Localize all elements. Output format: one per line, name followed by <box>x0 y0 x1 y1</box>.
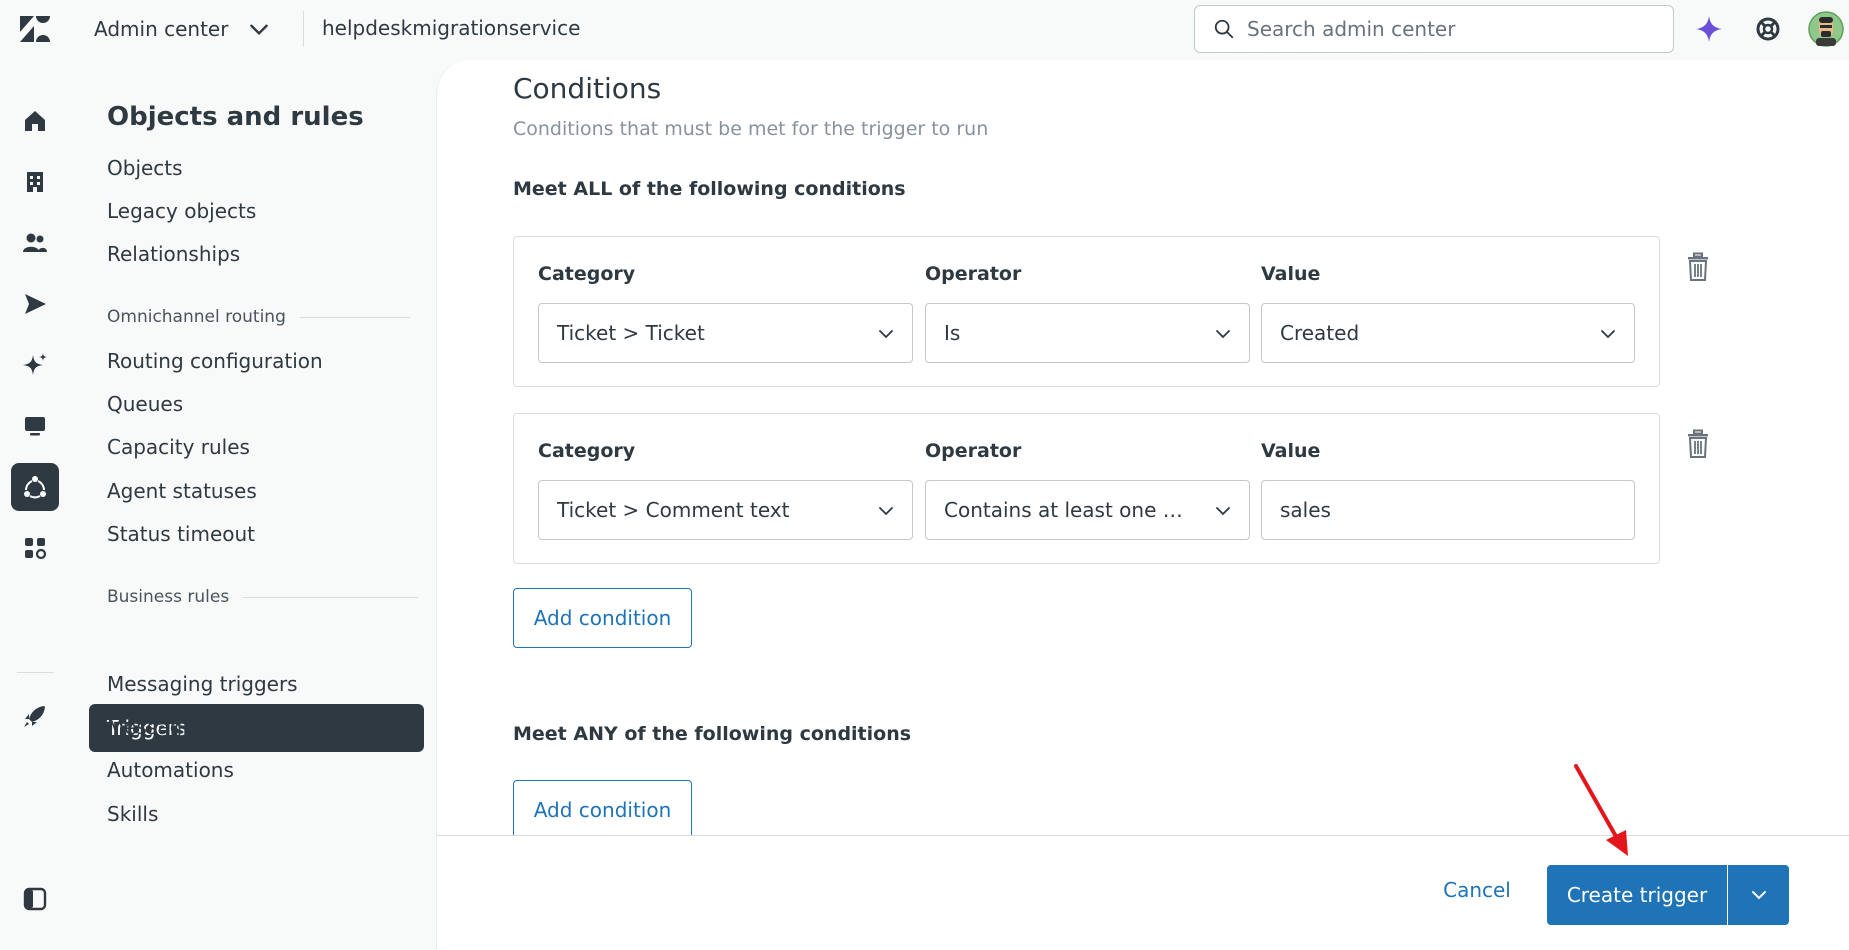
conditions-description: Conditions that must be met for the trig… <box>513 118 989 140</box>
category-label: Category <box>538 263 636 285</box>
nav-item-automations[interactable]: Automations <box>107 758 234 782</box>
chevron-down-icon <box>1216 507 1230 516</box>
help-lifebuoy-icon[interactable] <box>1751 12 1785 46</box>
product-rail <box>0 58 76 950</box>
nav-item-legacy-objects[interactable]: Legacy objects <box>107 199 256 223</box>
search-box[interactable] <box>1194 5 1674 53</box>
search-input[interactable] <box>1247 17 1647 41</box>
top-bar: Admin center helpdeskmigrationservice <box>0 0 1849 58</box>
monitor-icon <box>25 417 45 436</box>
rail-workspaces[interactable] <box>11 158 59 206</box>
trash-icon[interactable] <box>1684 429 1712 459</box>
create-trigger-menu-button[interactable] <box>1728 865 1789 925</box>
nav-item-objects[interactable]: Objects <box>107 156 183 180</box>
meet-any-title: Meet ANY of the following conditions <box>513 723 912 745</box>
nav-group-label: Business rules <box>107 587 230 607</box>
rail-getting-started[interactable] <box>11 692 59 740</box>
nav-item-relationships[interactable]: Relationships <box>107 242 240 266</box>
chevron-down-icon <box>1216 330 1230 339</box>
send-icon <box>25 294 46 314</box>
nav-item-queues[interactable]: Queues <box>107 392 183 416</box>
app-name: Admin center <box>94 17 229 41</box>
rail-apps[interactable] <box>11 524 59 572</box>
operator-select-value: Contains at least one of the following w… <box>944 498 1189 522</box>
meet-all-title: Meet ALL of the following conditions <box>513 178 906 200</box>
rail-divider <box>17 672 53 673</box>
operator-select[interactable]: Contains at least one of the following w… <box>925 480 1250 540</box>
building-icon <box>27 172 43 192</box>
nav-item-routing-configuration[interactable]: Routing configuration <box>107 349 323 373</box>
value-select-value: Created <box>1280 321 1360 345</box>
panel-toggle-icon <box>23 887 47 911</box>
category-label: Category <box>538 440 636 462</box>
chevron-down-icon <box>879 507 893 516</box>
rail-ai[interactable] <box>11 341 59 389</box>
nav-group-divider <box>243 596 419 598</box>
conditions-title: Conditions <box>513 72 662 105</box>
rail-home[interactable] <box>11 97 59 145</box>
nav-group-label: Omnichannel routing <box>107 307 286 327</box>
rail-people[interactable] <box>11 219 59 267</box>
chevron-down-icon <box>1601 330 1615 339</box>
condition-row: Category Operator Value Ticket > Comment… <box>513 413 1660 564</box>
objects-rules-icon <box>24 476 46 499</box>
rocket-icon <box>24 706 45 727</box>
nav-title: Objects and rules <box>107 102 364 132</box>
search-icon <box>1214 19 1234 39</box>
nav-item-messaging-triggers[interactable]: Messaging triggers <box>107 672 298 696</box>
home-icon <box>25 111 45 131</box>
rail-workspace[interactable] <box>11 402 59 450</box>
value-label: Value <box>1261 440 1321 462</box>
value-label: Value <box>1261 263 1321 285</box>
nav-item-skills[interactable]: Skills <box>107 802 158 826</box>
rail-channels[interactable] <box>11 280 59 328</box>
operator-select[interactable]: Is <box>925 303 1250 363</box>
chevron-down-icon <box>1751 891 1766 900</box>
app-switcher[interactable]: Admin center <box>94 16 272 42</box>
category-select-value: Ticket > Ticket <box>557 321 705 345</box>
rail-panel-toggle[interactable] <box>11 875 59 923</box>
operator-select-value: Is <box>944 321 961 345</box>
nav-group-omnichannel: Omnichannel routing <box>107 307 410 327</box>
avatar[interactable] <box>1808 11 1844 47</box>
condition-row: Category Operator Value Ticket > Ticket … <box>513 236 1660 387</box>
apps-icon <box>25 538 47 560</box>
header-divider <box>303 11 304 47</box>
rail-objects-rules[interactable] <box>11 463 59 511</box>
category-select[interactable]: Ticket > Comment text <box>538 480 913 540</box>
value-text-input[interactable]: sales <box>1261 480 1635 540</box>
chevron-down-icon <box>879 330 893 339</box>
value-select[interactable]: Created <box>1261 303 1635 363</box>
nav-group-divider <box>299 316 410 318</box>
people-icon <box>23 233 47 252</box>
operator-label: Operator <box>925 440 1022 462</box>
nav-group-business-rules: Business rules <box>107 587 419 607</box>
zendesk-logo-icon[interactable] <box>18 14 52 44</box>
chevron-down-icon <box>250 24 269 36</box>
nav-item-status-timeout[interactable]: Status timeout <box>107 522 255 546</box>
operator-label: Operator <box>925 263 1022 285</box>
create-trigger-button[interactable]: Create trigger <box>1547 865 1727 925</box>
category-select[interactable]: Ticket > Ticket <box>538 303 913 363</box>
nav-item-messaging-goals[interactable]: Messaging goals <box>107 715 273 739</box>
add-condition-all-button[interactable]: Add condition <box>513 588 692 648</box>
annotation-arrow-icon <box>1574 764 1628 856</box>
nav-item-capacity-rules[interactable]: Capacity rules <box>107 435 250 459</box>
nav-item-agent-statuses[interactable]: Agent statuses <box>107 479 257 503</box>
account-name: helpdeskmigrationservice <box>322 16 581 40</box>
trash-icon[interactable] <box>1684 252 1712 282</box>
category-select-value: Ticket > Comment text <box>557 498 790 522</box>
cancel-button[interactable]: Cancel <box>1412 866 1542 914</box>
add-condition-any-button[interactable]: Add condition <box>513 780 692 840</box>
secondary-nav: Objects and rules Objects Legacy objects… <box>76 58 436 950</box>
sparkle-icon <box>23 353 47 375</box>
ai-sparkle-icon[interactable] <box>1692 12 1726 46</box>
